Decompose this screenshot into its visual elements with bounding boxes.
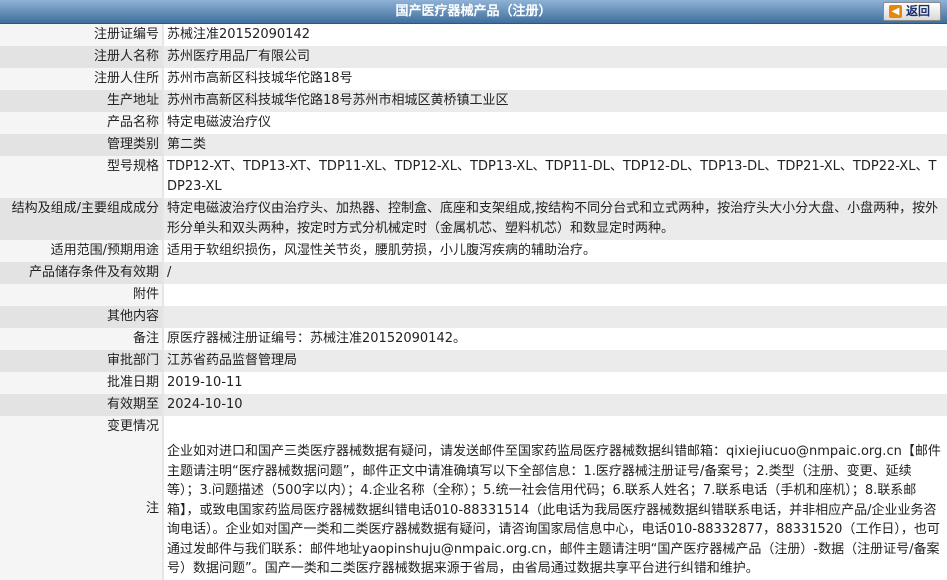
field-value: 第二类 (163, 134, 947, 156)
table-row: 管理类别 第二类 (0, 134, 947, 156)
field-value (163, 306, 947, 328)
table-row: 批准日期 2019-10-11 (0, 372, 947, 394)
table-row: 有效期至 2024-10-10 (0, 394, 947, 416)
field-value: 苏械注准20152090142 (163, 24, 947, 46)
field-label: 注册证编号 (0, 24, 164, 46)
table-row: 审批部门 江苏省药品监督管理局 (0, 350, 947, 372)
field-label: 生产地址 (0, 90, 164, 112)
field-value: 原医疗器械注册证编号：苏械注准20152090142。 (163, 328, 947, 350)
field-label: 其他内容 (0, 306, 164, 328)
field-label: 变更情况 (0, 416, 164, 438)
field-label: 批准日期 (0, 372, 164, 394)
page-title: 国产医疗器械产品（注册） (395, 4, 552, 19)
back-button[interactable]: ◀ 返回 (882, 2, 941, 21)
field-label: 注册人名称 (0, 46, 164, 68)
field-label: 产品储存条件及有效期 (0, 262, 164, 284)
table-row: 结构及组成/主要组成成分 特定电磁波治疗仪由治疗头、加热器、控制盒、底座和支架组成… (0, 198, 947, 240)
field-value: 江苏省药品监督管理局 (163, 350, 947, 372)
table-row: 其他内容 (0, 306, 947, 328)
field-value: 特定电磁波治疗仪由治疗头、加热器、控制盒、底座和支架组成,按结构不同分台式和立式… (163, 198, 947, 240)
field-value: TDP12-XT、TDP13-XT、TDP11-XL、TDP12-XL、TDP1… (163, 156, 947, 198)
field-label: 附件 (0, 284, 164, 306)
field-value: 2024-10-10 (163, 394, 947, 416)
field-label: 备注 (0, 328, 164, 350)
field-label: 有效期至 (0, 394, 164, 416)
field-label: 注册人住所 (0, 68, 164, 90)
field-value: 特定电磁波治疗仪 (163, 112, 947, 134)
field-value: 适用于软组织损伤，风湿性关节炎，腰肌劳损，小儿腹泻疾病的辅助治疗。 (163, 240, 947, 262)
table-row: 注册人住所 苏州市高新区科技城华佗路18号 (0, 68, 947, 90)
table-row: 变更情况 (0, 416, 947, 438)
back-arrow-icon: ◀ (888, 5, 902, 18)
field-label: 适用范围/预期用途 (0, 240, 164, 262)
table-row: 备注 原医疗器械注册证编号：苏械注准20152090142。 (0, 328, 947, 350)
page-header: 国产医疗器械产品（注册） ◀ 返回 (0, 0, 947, 24)
notes-text: 企业如对进口和国产三类医疗器械数据有疑问，请发送邮件至国家药监局医疗器械数据纠错… (163, 438, 947, 580)
table-row: 附件 (0, 284, 947, 306)
field-value: / (163, 262, 947, 284)
table-row: 注册人名称 苏州医疗用品厂有限公司 (0, 46, 947, 68)
field-value (163, 416, 947, 438)
field-value: 2019-10-11 (163, 372, 947, 394)
field-label: 型号规格 (0, 156, 164, 198)
back-button-label: 返回 (905, 4, 930, 18)
field-label: 结构及组成/主要组成成分 (0, 198, 164, 240)
notes-row: 注企业如对进口和国产三类医疗器械数据有疑问，请发送邮件至国家药监局医疗器械数据纠… (0, 438, 947, 580)
field-label: 审批部门 (0, 350, 164, 372)
field-label: 产品名称 (0, 112, 164, 134)
table-row: 型号规格 TDP12-XT、TDP13-XT、TDP11-XL、TDP12-XL、… (0, 156, 947, 198)
detail-table: 注册证编号 苏械注准20152090142 注册人名称 苏州医疗用品厂有限公司 注册人住… (0, 24, 947, 580)
field-value: 苏州市高新区科技城华佗路18号 (163, 68, 947, 90)
table-row: 生产地址 苏州市高新区科技城华佗路18号苏州市相城区黄桥镇工业区 (0, 90, 947, 112)
table-row: 产品名称 特定电磁波治疗仪 (0, 112, 947, 134)
table-row: 注册证编号 苏械注准20152090142 (0, 24, 947, 46)
notes-label: 注 (0, 438, 164, 580)
table-row: 适用范围/预期用途 适用于软组织损伤，风湿性关节炎，腰肌劳损，小儿腹泻疾病的辅助治… (0, 240, 947, 262)
field-value (163, 284, 947, 306)
field-label: 管理类别 (0, 134, 164, 156)
field-value: 苏州医疗用品厂有限公司 (163, 46, 947, 68)
table-row: 产品储存条件及有效期 / (0, 262, 947, 284)
field-value: 苏州市高新区科技城华佗路18号苏州市相城区黄桥镇工业区 (163, 90, 947, 112)
